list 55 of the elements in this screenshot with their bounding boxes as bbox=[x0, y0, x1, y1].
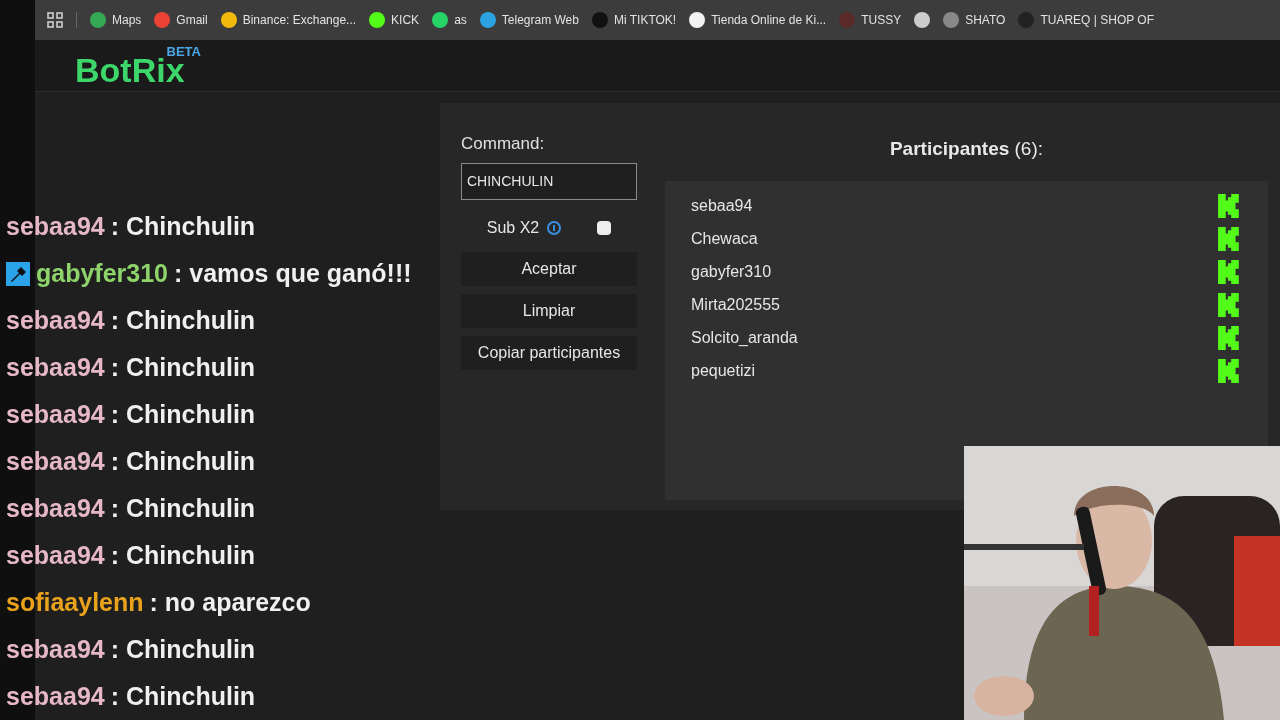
k-logo-icon bbox=[1218, 193, 1240, 218]
chat-username: sofiaaylenn bbox=[6, 586, 144, 618]
k-logo-icon bbox=[1218, 259, 1240, 284]
command-label: Command: bbox=[461, 133, 546, 155]
bookmark[interactable]: TUSSY bbox=[839, 6, 902, 34]
k-logo-icon bbox=[1218, 358, 1240, 383]
bookmark[interactable]: Binance: Exchange... bbox=[220, 6, 357, 34]
action-button[interactable]: Copiar participantes bbox=[461, 335, 637, 370]
k-logo-icon bbox=[1218, 325, 1240, 350]
chat-message: : Chinchulin bbox=[110, 492, 256, 524]
sub-x2-label: Sub X2 bbox=[486, 217, 540, 238]
chat-message: : Chinchulin bbox=[110, 304, 256, 336]
k-logo-icon bbox=[1218, 292, 1240, 317]
chat-message: : Chinchulin bbox=[110, 633, 256, 665]
participant-name: Mirta202555 bbox=[691, 294, 780, 315]
bookmark[interactable]: SHATO bbox=[943, 6, 1006, 34]
chat-message: : Chinchulin bbox=[110, 398, 256, 430]
chat-username: sebaa94 bbox=[6, 351, 105, 383]
bookmark[interactable]: as bbox=[432, 6, 467, 34]
chat-message: : Chinchulin bbox=[110, 539, 256, 571]
participant-name: Chewaca bbox=[691, 228, 758, 249]
chat-username: sebaa94 bbox=[6, 633, 105, 665]
chat-message: : Chinchulin bbox=[110, 680, 256, 712]
chat-username: gabyfer310 bbox=[36, 257, 169, 289]
k-logo-icon bbox=[1218, 226, 1240, 251]
participant-name: pequetizi bbox=[691, 360, 756, 381]
chat-username: sebaa94 bbox=[6, 539, 105, 571]
bookmark[interactable]: Mi TIKTOK! bbox=[591, 6, 677, 34]
chat-username: sebaa94 bbox=[6, 398, 105, 430]
action-button[interactable]: Limpiar bbox=[461, 293, 637, 328]
chat-username: sebaa94 bbox=[6, 304, 105, 336]
bookmark[interactable]: Tienda Online de Ki... bbox=[689, 6, 827, 34]
chat-username: sebaa94 bbox=[6, 445, 105, 477]
bookmark[interactable]: TUAREQ | SHOP OF bbox=[1018, 6, 1154, 34]
chat-username: sebaa94 bbox=[6, 680, 105, 712]
chat-username: sebaa94 bbox=[6, 492, 105, 524]
bookmark[interactable]: Gmail bbox=[154, 6, 208, 34]
bookmark[interactable]: KICK bbox=[369, 6, 420, 34]
bookmark[interactable]: Telegram Web bbox=[479, 6, 579, 34]
action-button[interactable]: Aceptar bbox=[461, 251, 637, 286]
participants-title: Participantes (6): bbox=[888, 137, 1045, 161]
info-icon[interactable] bbox=[547, 220, 562, 235]
chat-message: : Chinchulin bbox=[110, 210, 256, 242]
participant-name: sebaa94 bbox=[691, 195, 753, 216]
bookmark[interactable]: Maps bbox=[90, 6, 142, 34]
command-field[interactable]: CHINCHULIN bbox=[461, 162, 637, 200]
apps-grid-icon[interactable] bbox=[47, 12, 63, 28]
chat-message: : no aparezco bbox=[149, 586, 311, 618]
chat-username: sebaa94 bbox=[6, 210, 105, 242]
participant-name: gabyfer310 bbox=[691, 261, 772, 282]
sub-x2-checkbox[interactable] bbox=[597, 220, 612, 235]
chat-message: : Chinchulin bbox=[110, 445, 256, 477]
participant-name: Solcito_aranda bbox=[691, 327, 798, 348]
chat-message: : Chinchulin bbox=[110, 351, 256, 383]
chat-message: : vamos que ganó!!! bbox=[174, 257, 412, 289]
